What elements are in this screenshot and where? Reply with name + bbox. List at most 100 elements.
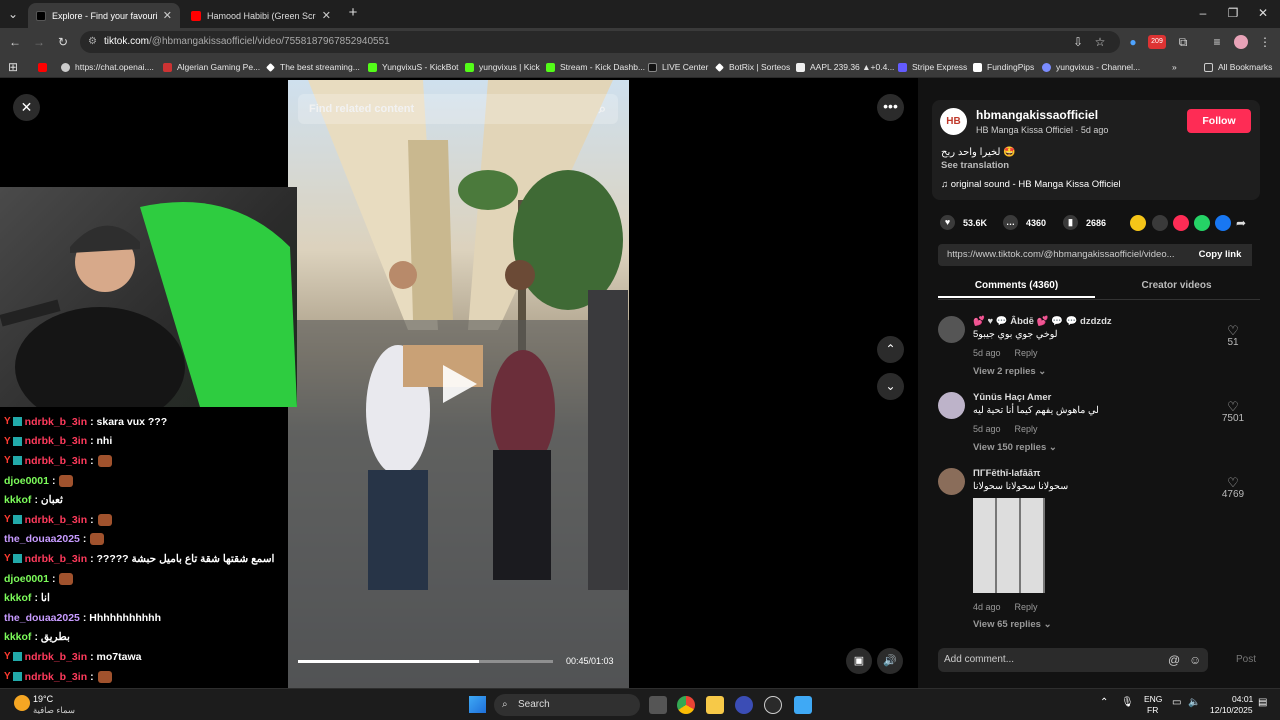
- browser-menu-icon[interactable]: ⋮: [1258, 35, 1272, 49]
- bookmark-item[interactable]: LIVE Center: [648, 56, 708, 78]
- follow-button[interactable]: Follow: [1187, 109, 1251, 133]
- extension-icon[interactable]: ●: [1126, 35, 1140, 49]
- next-video-button[interactable]: ⌄: [877, 373, 904, 400]
- bookmark-item[interactable]: https://chat.openai....: [61, 56, 154, 78]
- apps-grid-icon[interactable]: ⊞: [6, 60, 20, 74]
- comment-like-button[interactable]: ♡ 7501: [1216, 400, 1250, 424]
- bookmark-item[interactable]: yungvixus - Channel...: [1042, 56, 1140, 78]
- commenter-name[interactable]: ΠΓFēthī-lafāāπ: [973, 468, 1040, 479]
- tab-comments[interactable]: Comments (4360): [938, 276, 1095, 298]
- browser-tab-tiktok[interactable]: Explore - Find your favourite vi ✕: [28, 3, 180, 28]
- bookmark-item[interactable]: Algerian Gaming Pe...: [163, 56, 260, 78]
- view-replies-button[interactable]: View 150 replies ⌄: [973, 442, 1057, 453]
- media-controls-icon[interactable]: ≡: [1210, 35, 1224, 49]
- commenter-name[interactable]: 💕 ♥ 💬 Âbdē 💕 💬 💬 dzdzdz: [973, 316, 1112, 327]
- bookmark-item[interactable]: AAPL 239.36 ▲+0.4...: [796, 56, 894, 78]
- tab-search-icon[interactable]: ⌄: [6, 7, 20, 21]
- bookmark-item[interactable]: YungvixuS - KickBot: [368, 56, 459, 78]
- notepad-icon[interactable]: [794, 696, 812, 714]
- site-info-icon[interactable]: ⚙: [88, 31, 97, 53]
- weather-temp[interactable]: 19°C: [33, 694, 53, 704]
- notifications-icon[interactable]: ▤: [1258, 697, 1267, 708]
- share-arrow-icon[interactable]: ➦: [1236, 215, 1252, 231]
- tab-creator-videos[interactable]: Creator videos: [1098, 276, 1255, 296]
- restore-window-icon[interactable]: ❐: [1226, 6, 1240, 20]
- more-options-icon[interactable]: •••: [877, 94, 904, 121]
- obs-icon[interactable]: [764, 696, 782, 714]
- whatsapp-icon[interactable]: [1194, 215, 1210, 231]
- bookmark-star-icon[interactable]: ☆: [1093, 35, 1107, 49]
- bookmark-item[interactable]: BotRix | Sorteos: [715, 56, 790, 78]
- chrome-icon[interactable]: [677, 696, 695, 714]
- previous-video-button[interactable]: ⌃: [877, 336, 904, 363]
- see-translation-link[interactable]: See translation: [941, 160, 1009, 171]
- reply-button[interactable]: Reply: [1015, 348, 1038, 358]
- view-replies-button[interactable]: View 65 replies ⌄: [973, 619, 1052, 630]
- forward-icon[interactable]: →: [32, 35, 46, 49]
- view-replies-button[interactable]: View 2 replies ⌄: [973, 366, 1046, 377]
- clock-date[interactable]: 12/10/2025: [1210, 705, 1253, 715]
- embed-icon[interactable]: [1152, 215, 1168, 231]
- install-app-icon[interactable]: ⇩: [1071, 35, 1085, 49]
- commenter-avatar[interactable]: [938, 316, 965, 343]
- bookmark-item[interactable]: Stream - Kick Dashb...: [546, 56, 645, 78]
- extensions-puzzle-icon[interactable]: ⧉: [1176, 35, 1190, 49]
- pip-icon[interactable]: ▣: [846, 648, 872, 674]
- minimize-window-icon[interactable]: –: [1196, 6, 1210, 20]
- save-button[interactable]: ▮ 2686: [1063, 215, 1106, 230]
- close-video-button[interactable]: ✕: [13, 94, 40, 121]
- network-icon[interactable]: ▭: [1172, 697, 1181, 708]
- commenter-avatar[interactable]: [938, 468, 965, 495]
- video-player[interactable]: Find related content ⌕ 00:45/01:03: [288, 80, 629, 688]
- post-comment-button[interactable]: Post: [1236, 654, 1256, 665]
- like-button[interactable]: ♥ 53.6K: [940, 215, 987, 230]
- more-bookmarks-icon[interactable]: »: [1172, 56, 1177, 78]
- bookmark-item[interactable]: Stripe Express: [898, 56, 967, 78]
- bookmark-item[interactable]: FundingPips: [973, 56, 1034, 78]
- original-sound-link[interactable]: ♫ original sound - HB Manga Kissa Offici…: [941, 179, 1121, 190]
- add-comment-input[interactable]: Add comment... @ ☺: [938, 648, 1208, 672]
- emoji-icon[interactable]: ☺: [1189, 648, 1201, 672]
- weather-icon[interactable]: [14, 695, 30, 711]
- send-share-icon[interactable]: [1173, 215, 1189, 231]
- back-icon[interactable]: ←: [8, 35, 22, 49]
- facebook-icon[interactable]: [1215, 215, 1231, 231]
- mention-icon[interactable]: @: [1168, 648, 1180, 672]
- bookmark-youtube[interactable]: [38, 56, 52, 78]
- play-icon[interactable]: [443, 365, 477, 403]
- video-progress-bar[interactable]: [298, 660, 553, 663]
- copy-link-button[interactable]: Copy link: [1188, 244, 1252, 266]
- volume-icon[interactable]: 🔊: [877, 648, 903, 674]
- creator-username[interactable]: hbmangakissaofficiel: [976, 108, 1098, 122]
- find-related-search[interactable]: Find related content ⌕: [298, 94, 618, 124]
- comment-button[interactable]: … 4360: [1003, 215, 1046, 230]
- app-icon[interactable]: [735, 696, 753, 714]
- task-view-icon[interactable]: [649, 696, 667, 714]
- taskbar-search[interactable]: ⌕ Search: [494, 694, 640, 716]
- comment-like-button[interactable]: ♡ 51: [1216, 324, 1250, 348]
- search-icon[interactable]: ⌕: [599, 94, 606, 124]
- speaker-icon[interactable]: 🔈: [1188, 697, 1200, 708]
- microphone-icon[interactable]: 🎙: [1121, 697, 1134, 708]
- tray-overflow-icon[interactable]: ⌃: [1100, 697, 1108, 708]
- new-tab-icon[interactable]: +: [346, 5, 360, 20]
- close-tab-icon[interactable]: ✕: [322, 9, 331, 22]
- comment-like-button[interactable]: ♡ 4769: [1216, 476, 1250, 500]
- profile-avatar[interactable]: [1234, 35, 1248, 49]
- close-window-icon[interactable]: ✕: [1256, 6, 1270, 20]
- coin-share-icon[interactable]: [1130, 215, 1146, 231]
- reload-icon[interactable]: ↻: [56, 35, 70, 49]
- address-bar[interactable]: ⚙ tiktok.com/@hbmangakissaofficiel/video…: [80, 31, 1120, 53]
- comment-image[interactable]: [973, 498, 1045, 593]
- commenter-name[interactable]: Yūnüs Haçı Amer: [973, 392, 1051, 403]
- bookmark-item[interactable]: The best streaming...: [266, 56, 360, 78]
- all-bookmarks[interactable]: All Bookmarks: [1204, 56, 1272, 78]
- bookmark-item[interactable]: yungvixus | Kick: [465, 56, 540, 78]
- clock-time[interactable]: 04:01: [1232, 694, 1253, 704]
- lang-primary[interactable]: ENG: [1144, 694, 1162, 704]
- creator-avatar[interactable]: HB: [940, 108, 967, 135]
- browser-tab-youtube[interactable]: Hamood Habibi (Green Screen) ✕: [183, 3, 339, 28]
- file-explorer-icon[interactable]: [706, 696, 724, 714]
- start-button[interactable]: [469, 696, 486, 713]
- reply-button[interactable]: Reply: [1015, 424, 1038, 434]
